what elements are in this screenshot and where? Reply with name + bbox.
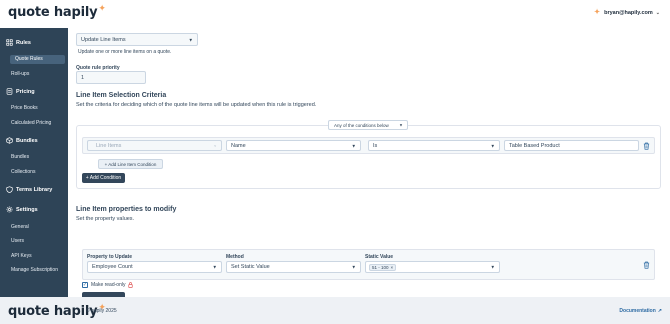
sidebar-item-quote-rules[interactable]: Quote Rules — [10, 55, 65, 64]
action-select[interactable]: Update Line Items ▼ — [76, 33, 198, 46]
caret-down-icon: ▼ — [399, 122, 403, 128]
condition-field-value: Name — [231, 142, 246, 149]
caret-down-icon: ▼ — [351, 264, 356, 270]
condition-value-input[interactable]: Table Based Product — [504, 140, 639, 151]
method-select[interactable]: Set Static Value ▼ — [226, 261, 361, 273]
sidebar-section-label: Settings — [16, 206, 38, 213]
sidebar-section-label: Bundles — [16, 137, 38, 144]
footer: quote hapily✦ © hapily 2025 Documentatio… — [0, 297, 670, 324]
criteria-title: Line Item Selection Criteria — [76, 92, 167, 99]
properties-title: Line Item properties to modify — [76, 206, 177, 213]
sidebar-section-bundles[interactable]: Bundles — [6, 137, 38, 144]
documentation-label: Documentation — [619, 308, 656, 314]
main-content: Update Line Items ▼ Update one or more l… — [68, 28, 670, 297]
top-header: quote hapily✦ ✦ bryan@hapily.com ⌄ — [0, 0, 670, 28]
sidebar-section-terms-library[interactable]: Terms Library — [6, 186, 52, 193]
sidebar-item-roll-ups[interactable]: Roll-ups — [11, 71, 29, 77]
footer-logo-text: quote hapily — [8, 304, 98, 319]
caret-down-icon: ▼ — [490, 264, 495, 270]
conditions-card — [76, 125, 661, 189]
sidebar-item-price-books[interactable]: Price Books — [11, 105, 38, 111]
sidebar-section-settings[interactable]: Settings — [6, 206, 38, 213]
delete-condition-trash-icon[interactable] — [643, 142, 650, 150]
chevron-down-icon: ⌄ — [213, 142, 217, 148]
sidebar-item-users[interactable]: Users — [11, 238, 24, 244]
add-condition-button[interactable]: + Add Condition — [82, 173, 125, 183]
conditions-mode-select[interactable]: Any of the conditions below ▼ — [328, 120, 408, 130]
user-avatar-icon: ✦ — [594, 9, 600, 16]
user-menu[interactable]: ✦ bryan@hapily.com ⌄ — [594, 9, 660, 16]
sidebar-section-label: Rules — [16, 39, 31, 46]
action-select-value: Update Line Items — [81, 36, 126, 43]
user-email: bryan@hapily.com — [604, 9, 653, 16]
value-chip[interactable]: 51 - 100 × — [369, 263, 397, 271]
copyright: © hapily 2025 — [86, 308, 117, 314]
condition-operator-value: Is — [373, 142, 378, 149]
settings-icon — [6, 206, 13, 213]
sidebar-item-manage-subscription[interactable]: Manage Subscription — [11, 267, 58, 273]
caret-down-icon: ▼ — [351, 142, 356, 148]
sidebar-section-label: Pricing — [16, 88, 35, 95]
bundles-icon — [6, 137, 13, 144]
sidebar-item-api-keys[interactable]: API Keys — [11, 253, 32, 259]
sidebar-item-bundles[interactable]: Bundles — [11, 154, 29, 160]
condition-object-placeholder: Line Items — [96, 142, 122, 149]
priority-input[interactable]: 1 — [76, 71, 146, 84]
condition-object-select[interactable]: Line Items ⌄ — [87, 140, 222, 151]
app-logo[interactable]: quote hapily✦ — [8, 4, 106, 20]
logo-text: quote hapily — [8, 5, 98, 20]
action-description: Update one or more line items on a quote… — [78, 49, 172, 55]
logo-spark-icon: ✦ — [98, 4, 106, 14]
property-select-value: Employee Count — [92, 264, 133, 270]
rules-icon — [6, 39, 13, 46]
delete-property-trash-icon[interactable] — [643, 261, 650, 269]
static-value-column-header: Static Value — [365, 254, 394, 260]
sidebar-item-collections[interactable]: Collections — [11, 169, 35, 175]
caret-down-icon: ▼ — [188, 36, 193, 42]
criteria-description: Set the criteria for deciding which of t… — [76, 102, 317, 108]
terms-library-icon — [6, 186, 13, 193]
condition-operator-select[interactable]: Is ▼ — [368, 140, 500, 151]
add-line-item-condition-button[interactable]: + Add Line Item Condition — [98, 159, 163, 169]
method-column-header: Method — [226, 254, 244, 260]
property-column-header: Property to Update — [87, 254, 133, 260]
sidebar-item-calculated-pricing[interactable]: Calculated Pricing — [11, 120, 51, 126]
readonly-label: Make read-only — [91, 282, 126, 288]
chevron-down-icon: ⌄ — [655, 9, 660, 16]
readonly-toggle[interactable]: ✓ Make read-only — [82, 282, 134, 288]
conditions-mode-value: Any of the conditions below — [334, 122, 389, 128]
sidebar-section-rules[interactable]: Rules — [6, 39, 31, 46]
property-select[interactable]: Employee Count ▼ — [87, 261, 222, 273]
properties-description: Set the property values. — [76, 216, 135, 222]
condition-field-select[interactable]: Name ▼ — [226, 140, 361, 151]
external-link-icon: ↗ — [657, 308, 662, 314]
caret-down-icon: ▼ — [212, 264, 217, 270]
remove-chip-icon[interactable]: × — [391, 265, 394, 270]
lock-icon — [128, 282, 134, 288]
caret-down-icon: ▼ — [490, 142, 495, 148]
sidebar-item-general[interactable]: General — [11, 224, 29, 230]
sidebar-nav: Rules Quote Rules Roll-ups Pricing Price… — [0, 28, 68, 297]
sidebar-section-pricing[interactable]: Pricing — [6, 88, 35, 95]
value-chip-label: 51 - 100 — [372, 264, 389, 270]
static-value-multiselect[interactable]: 51 - 100 × ▼ — [365, 261, 500, 273]
method-select-value: Set Static Value — [231, 264, 270, 270]
documentation-link[interactable]: Documentation ↗ — [619, 308, 662, 314]
readonly-checkbox[interactable]: ✓ — [82, 282, 88, 288]
pricing-icon — [6, 88, 13, 95]
sidebar-section-label: Terms Library — [16, 186, 53, 193]
